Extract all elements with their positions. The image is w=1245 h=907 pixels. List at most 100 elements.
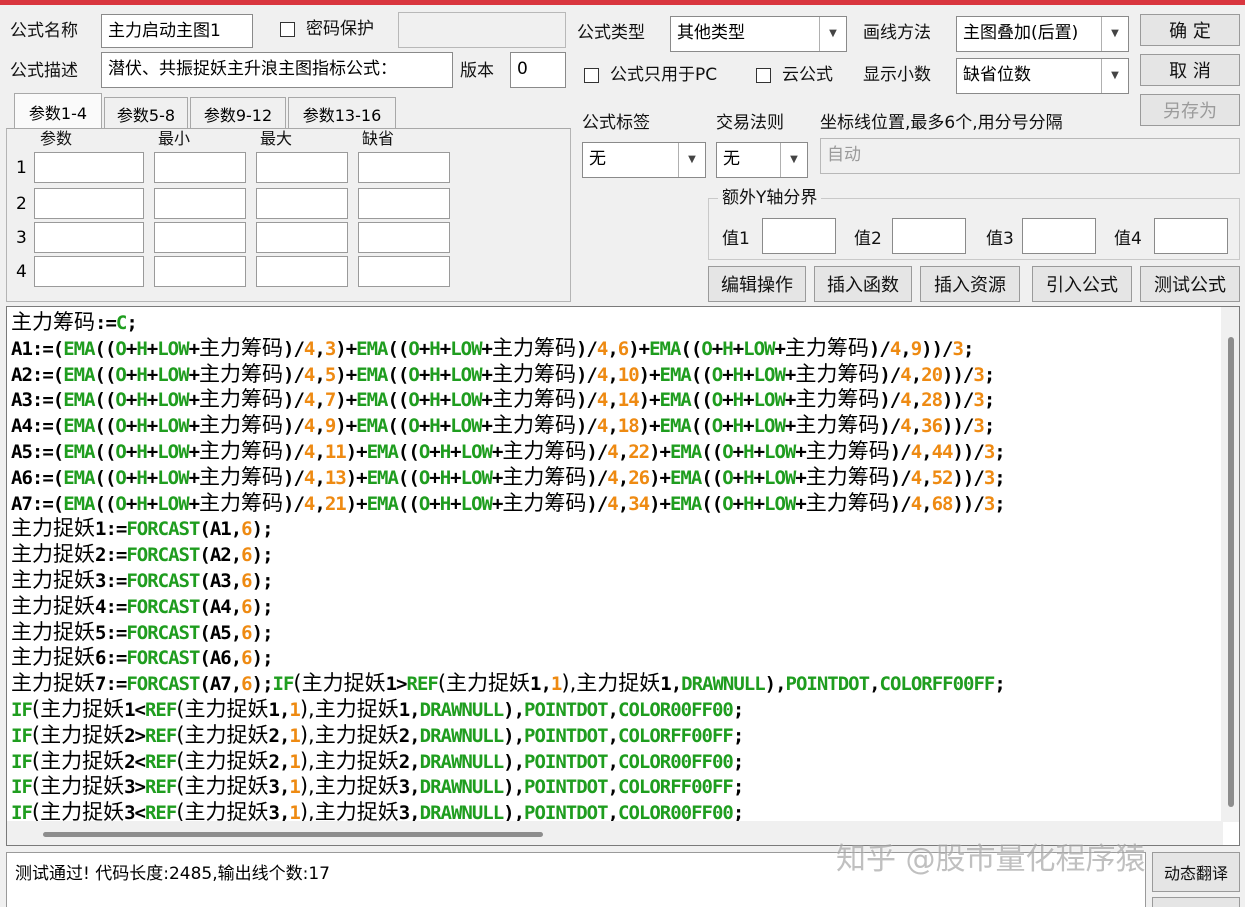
formula-type-value: 其他类型 [677,23,745,43]
param-2-name[interactable] [34,188,144,219]
code-token: LOW [157,492,189,515]
decimal-select[interactable]: 缺省位数 ▼ [956,58,1129,94]
scroll-thumb[interactable] [43,832,543,837]
code-token: (( [397,492,420,515]
tab-params-9-12[interactable]: 参数9-12 [190,97,286,129]
password-input[interactable] [398,12,566,48]
insert-function-button[interactable]: 插入函数 [814,266,912,302]
code-token: (A4, [199,595,242,618]
code-token: DRAWNULL [419,699,505,721]
code-token: + [743,389,754,412]
code-token: 主力筹码 [502,464,587,489]
param-1-min[interactable] [154,152,246,183]
param-3-name[interactable] [34,222,144,253]
ybound-2-input[interactable] [892,218,966,254]
vertical-scrollbar[interactable] [1221,307,1239,822]
ok-button[interactable]: 确 定 [1140,14,1240,46]
param-2-max[interactable] [256,188,348,219]
formula-type-select[interactable]: 其他类型 ▼ [670,16,847,52]
code-token: 1 [289,699,300,721]
tab-params-1-4[interactable]: 参数1-4 [14,93,102,129]
ybound-1-input[interactable] [762,218,836,254]
code-token: 6 [241,673,252,696]
formula-name-input[interactable]: 主力启动主图1 [101,14,253,48]
formula-type-label: 公式类型 [577,23,645,43]
code-token: LOW [764,492,796,515]
code-token: + [125,337,137,360]
ybound-3-input[interactable] [1022,218,1096,254]
code-token: POINTDOT [524,724,609,747]
param-4-default[interactable] [358,256,450,287]
code-token: , [314,466,325,489]
version-input[interactable]: 0 [510,52,566,88]
param-2-min[interactable] [154,188,246,219]
chevron-down-icon[interactable]: ▼ [678,143,705,177]
param-4-name[interactable] [34,256,144,287]
password-checkbox[interactable] [280,22,295,37]
draw-method-select[interactable]: 主图叠加(后置) ▼ [956,16,1129,52]
code-token: O [711,363,723,386]
code-token: EMA [366,441,399,463]
scroll-thumb[interactable] [1228,337,1234,807]
code-token: , [314,363,325,386]
bottom-stub-button[interactable] [1152,897,1240,907]
code-token: 5 [324,363,336,386]
param-3-default[interactable] [358,222,450,253]
tab-params-13-16[interactable]: 参数13-16 [288,97,396,129]
code-token: 4 [596,337,608,360]
code-token: , [607,363,618,386]
chevron-down-icon[interactable]: ▼ [780,143,807,177]
code-token: 5:= [95,621,127,644]
edit-ops-button[interactable]: 编辑操作 [708,266,806,302]
test-formula-button[interactable]: 测试公式 [1140,266,1240,302]
axis-input[interactable]: 自动 [820,138,1240,174]
param-1-max[interactable] [256,152,348,183]
save-as-button[interactable]: 另存为 [1140,94,1240,126]
tag-select[interactable]: 无 ▼ [582,142,706,178]
tab-params-5-8[interactable]: 参数5-8 [104,97,188,129]
code-token: 主力筹码 [11,310,95,334]
code-token: 3, [398,776,421,799]
chevron-down-icon[interactable]: ▼ [819,17,846,51]
code-token: + [439,337,451,360]
code-editor[interactable]: 主力筹码:=C; A1:=(EMA((O+H+LOW+主力筹码)/4,3)+EMA… [6,306,1240,846]
param-1-default[interactable] [358,152,450,183]
code-token: 34 [628,492,650,515]
code-token: 2> [124,724,146,747]
code-token: , [314,415,325,438]
param-4-min[interactable] [154,256,246,287]
code-token: 7:= [95,673,127,696]
code-token: ; [983,415,995,438]
code-token: LOW [460,441,493,463]
param-4-max[interactable] [256,256,348,287]
code-token: ; [732,699,744,721]
code-token: A1:=( [11,337,64,360]
formula-desc-input[interactable]: 潜伏、共振捉妖主升浪主图指标公式： [101,52,453,88]
code-token: + [418,415,430,438]
code-token: )+ [649,441,671,463]
insert-resource-button[interactable]: 插入资源 [920,266,1020,302]
code-token: COLORFF00FF [618,776,734,799]
ybound-4-input[interactable] [1154,218,1228,254]
import-formula-button[interactable]: 引入公式 [1032,266,1132,302]
trade-rule-select[interactable]: 无 ▼ [716,142,808,178]
dynamic-translate-button[interactable]: 动态翻译 [1152,852,1240,892]
code-token: 主力捉妖 [11,671,95,696]
code-token: LOW [450,363,482,386]
param-1-name[interactable] [34,152,144,183]
code-token: 9 [324,415,336,438]
code-token: + [481,363,493,386]
code-token: 3 [973,389,984,412]
cancel-button[interactable]: 取 消 [1140,54,1240,86]
code-token: O [722,466,733,489]
cloud-checkbox[interactable] [756,68,771,83]
code-token: (( [94,415,117,438]
chevron-down-icon[interactable]: ▼ [1101,59,1128,93]
chevron-down-icon[interactable]: ▼ [1101,17,1128,51]
param-2-default[interactable] [358,188,450,219]
code-token: , [617,492,629,515]
param-3-max[interactable] [256,222,348,253]
param-3-min[interactable] [154,222,246,253]
pc-only-checkbox[interactable] [584,68,599,83]
code-token: 4 [900,363,911,386]
